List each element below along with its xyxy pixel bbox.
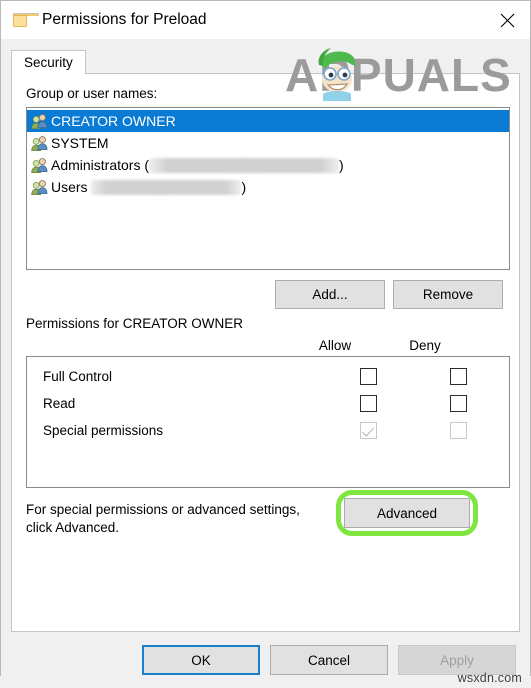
group-names-label: Group or user names: [26,86,158,101]
allow-cell [337,395,399,412]
permission-label: Full Control [43,369,113,384]
deny-cell [427,395,489,412]
allow-checkbox-full-control[interactable] [359,368,377,385]
remove-button[interactable]: Remove [393,280,503,309]
list-item-label: CREATOR OWNER [51,113,176,129]
tab-security-label: Security [24,55,73,70]
list-item[interactable]: Users ) [27,176,509,198]
permissions-title: Permissions for CREATOR OWNER [26,316,244,331]
group-users-icon [31,113,48,129]
dialog-footer: OK Cancel Apply wsxdn.com [1,632,530,688]
advanced-button-wrap: Advanced [336,490,478,536]
title-bar: Permissions for Preload [1,1,530,39]
apply-button: Apply [398,645,516,675]
redacted-text [91,180,242,196]
list-item[interactable]: SYSTEM [27,132,509,154]
advanced-button[interactable]: Advanced [344,498,470,528]
allow-checkbox-special-permissions [359,422,377,439]
deny-checkbox-special-permissions [449,422,467,439]
list-item-label: SYSTEM [51,135,109,151]
permissions-dialog: Permissions for Preload Security Group o… [0,0,531,688]
advanced-section: For special permissions or advanced sett… [26,490,505,537]
permissions-list: Full Control Read Special permissions [26,356,510,488]
column-header-allow: Allow [318,338,352,353]
allow-cell [337,368,399,385]
list-item[interactable]: CREATOR OWNER [27,110,509,132]
table-row: Read [27,390,509,417]
ok-button[interactable]: OK [142,645,260,675]
allow-checkbox-read[interactable] [359,395,377,412]
column-header-deny: Deny [409,338,441,353]
redacted-text [149,158,340,174]
window-title: Permissions for Preload [42,11,207,28]
close-icon[interactable] [484,1,530,39]
list-item-label: Administrators () [51,156,344,174]
deny-checkbox-read[interactable] [449,395,467,412]
tab-strip: Security [11,49,520,74]
advanced-description: For special permissions or advanced sett… [26,502,300,535]
list-action-buttons: Add... Remove [26,280,505,309]
list-item[interactable]: Administrators () [27,154,509,176]
list-item-label: Users ) [51,178,247,196]
allow-cell [337,422,399,439]
dialog-body: Security Group or user names: CREATOR OW… [1,39,530,632]
table-row: Full Control [27,363,509,390]
deny-cell [427,368,489,385]
table-row: Special permissions [27,417,509,444]
permission-label: Read [43,396,76,411]
permission-label: Special permissions [43,423,164,438]
group-users-icon [31,135,48,151]
deny-checkbox-full-control[interactable] [449,368,467,385]
tab-page-security: Group or user names: CREATOR OWNER SYSTE… [11,73,520,632]
permissions-header: Permissions for CREATOR OWNER Allow Deny [26,315,505,353]
tab-security[interactable]: Security [11,50,86,74]
folder-icon [13,13,39,27]
deny-cell [427,422,489,439]
cancel-button[interactable]: Cancel [270,645,388,675]
group-users-icon [31,179,48,195]
add-button[interactable]: Add... [275,280,385,309]
group-user-list[interactable]: CREATOR OWNER SYSTEM Administrators () … [26,107,510,270]
group-users-icon [31,157,48,173]
